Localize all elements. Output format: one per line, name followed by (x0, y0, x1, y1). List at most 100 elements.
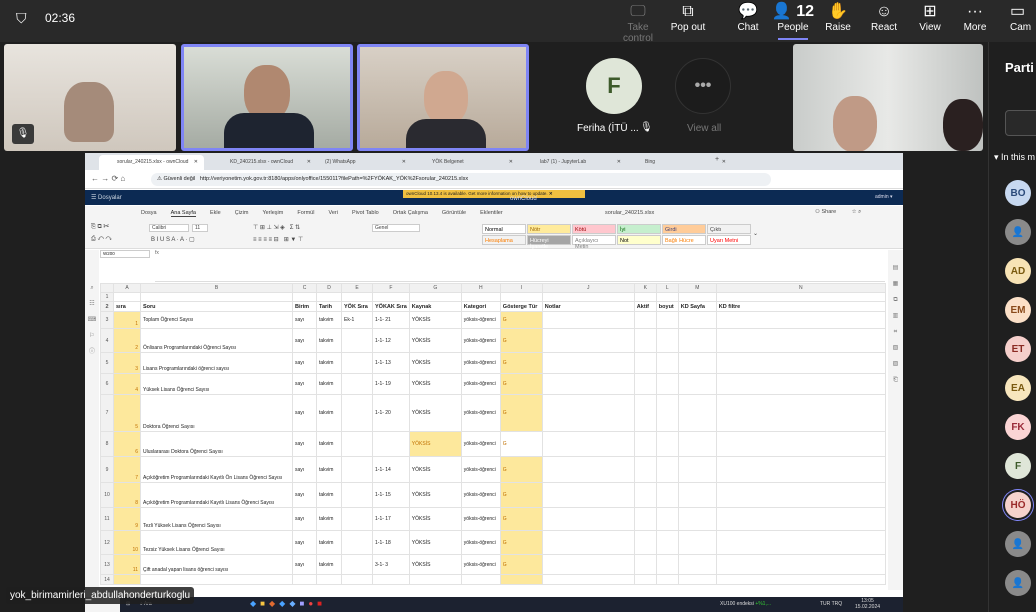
cell[interactable]: takvim (316, 482, 342, 508)
cell[interactable]: G (499, 328, 543, 353)
cell[interactable]: 3 (113, 352, 141, 374)
cell[interactable]: G (499, 456, 543, 483)
cell[interactable] (655, 328, 679, 353)
raise-button[interactable]: ✋ Raise (815, 2, 861, 33)
cell[interactable] (655, 456, 679, 483)
cell[interactable]: Önlisans Programlarındaki Öğrenci Sayısı (140, 328, 293, 353)
cell-style[interactable]: Açıklayıcı Metin (572, 235, 616, 250)
cell[interactable]: yöksis-öğrenci (460, 530, 501, 555)
number-format-select[interactable]: Genel (372, 224, 420, 232)
cell[interactable]: 1-1- 19 (372, 373, 410, 395)
cell[interactable] (655, 431, 679, 457)
participant-avatar[interactable]: 👤 (1005, 570, 1031, 596)
header-cell[interactable]: sıra (113, 301, 141, 312)
header-cell[interactable]: YÖK Sıra (341, 301, 373, 312)
cell[interactable]: 1-1- 12 (372, 328, 410, 353)
column-header[interactable]: L (655, 283, 679, 293)
cell-style[interactable]: Normal (482, 224, 526, 234)
header-cell[interactable]: YÖKAK Sıra (372, 301, 410, 312)
participant-avatar[interactable]: EM (1005, 297, 1031, 323)
stock-widget[interactable]: XU100 endeksi +%1,... (720, 601, 771, 607)
cell[interactable]: yöksis-öğrenci (460, 311, 501, 329)
cell[interactable]: 10 (113, 530, 141, 555)
cell[interactable] (677, 507, 717, 531)
close-icon[interactable]: ✕ (549, 191, 553, 196)
video-tile-4[interactable] (793, 44, 983, 151)
editor-tab[interactable]: Ekle (210, 210, 221, 216)
editor-tab[interactable]: Veri (328, 210, 337, 216)
cell[interactable]: 1 (113, 311, 141, 329)
cell[interactable] (715, 530, 886, 555)
header-cell[interactable]: Notlar (541, 301, 635, 312)
cell[interactable] (541, 456, 635, 483)
cell[interactable]: takvim (316, 507, 342, 531)
formula-bar[interactable] (155, 250, 885, 282)
cell[interactable]: 1-1- 17 (372, 507, 410, 531)
cell[interactable]: takvim (316, 311, 342, 329)
cell[interactable]: YÖKSİS (408, 507, 462, 531)
participant-avatar[interactable]: ET (1005, 336, 1031, 362)
cell[interactable] (655, 352, 679, 374)
cell[interactable]: 6 (113, 431, 141, 457)
taskbar-clock[interactable]: 13:05 15.02.2024 (855, 598, 880, 610)
cell[interactable]: sayı (292, 530, 317, 555)
cell-name-box[interactable]: W200 (100, 250, 150, 258)
cell[interactable] (715, 328, 886, 353)
participant-avatar[interactable]: HÖ (1005, 492, 1031, 518)
cell[interactable]: YÖKSİS (408, 482, 462, 508)
header-cell[interactable]: boyut (655, 301, 679, 312)
cell[interactable]: G (499, 352, 543, 374)
cell[interactable] (677, 311, 717, 329)
cell[interactable]: YÖKSİS (408, 328, 462, 353)
cell[interactable] (715, 482, 886, 508)
row-number[interactable]: 13 (100, 554, 114, 575)
cell[interactable]: 1-1- 15 (372, 482, 410, 508)
editor-tab[interactable]: Ana Sayfa (170, 210, 196, 217)
row-number[interactable]: 4 (100, 328, 114, 353)
cell[interactable] (677, 530, 717, 555)
format-buttons[interactable]: B I U S A · A · ▢ (151, 236, 195, 243)
cell[interactable]: takvim (316, 352, 342, 374)
column-header[interactable]: N (715, 283, 886, 293)
browser-tab[interactable]: lab7 (1) - JupyterLab ✕ (522, 155, 627, 170)
cell[interactable]: takvim (316, 456, 342, 483)
cell[interactable] (633, 507, 657, 531)
cell[interactable] (341, 352, 373, 374)
column-header[interactable]: F (372, 283, 410, 293)
cell[interactable]: YÖKSİS (408, 456, 462, 483)
cell[interactable] (715, 373, 886, 395)
editor-tab[interactable]: Formül (297, 210, 314, 216)
header-cell[interactable]: Tarih (316, 301, 342, 312)
cell[interactable]: sayı (292, 311, 317, 329)
cell[interactable]: G (499, 394, 543, 432)
cell[interactable] (715, 311, 886, 329)
column-header[interactable]: C (292, 283, 317, 293)
cell[interactable]: G (499, 507, 543, 531)
cell[interactable] (541, 311, 635, 329)
cell[interactable]: YÖKSİS (408, 373, 462, 395)
cell[interactable]: sayı (292, 482, 317, 508)
cell[interactable]: Açıköğretim Programlarındaki Kayıtlı Lis… (140, 482, 293, 508)
cell[interactable]: yöksis-öğrenci (460, 394, 501, 432)
cell[interactable] (633, 352, 657, 374)
cell[interactable] (633, 554, 657, 575)
header-cell[interactable]: KD filtre (715, 301, 886, 312)
cell[interactable] (655, 507, 679, 531)
browser-tab[interactable]: (2) WhatsApp ✕ (307, 155, 412, 170)
invite-input[interactable] (1005, 110, 1036, 136)
cell[interactable] (541, 328, 635, 353)
cell-style[interactable]: Hücreyi İşaretle (527, 235, 571, 250)
cell[interactable]: G (499, 311, 543, 329)
column-header[interactable]: G (408, 283, 462, 293)
font-select[interactable]: Calibri (149, 224, 189, 232)
cell-style[interactable]: İyi (617, 224, 661, 234)
cell[interactable]: sayı (292, 328, 317, 353)
cell[interactable] (715, 431, 886, 457)
cell[interactable] (541, 394, 635, 432)
cell[interactable]: YÖKSİS (408, 431, 462, 457)
cell[interactable] (541, 373, 635, 395)
cell[interactable] (541, 431, 635, 457)
cell[interactable] (677, 352, 717, 374)
cell-style[interactable]: Çıktı (707, 224, 751, 234)
close-icon[interactable]: ✕ (617, 159, 621, 165)
